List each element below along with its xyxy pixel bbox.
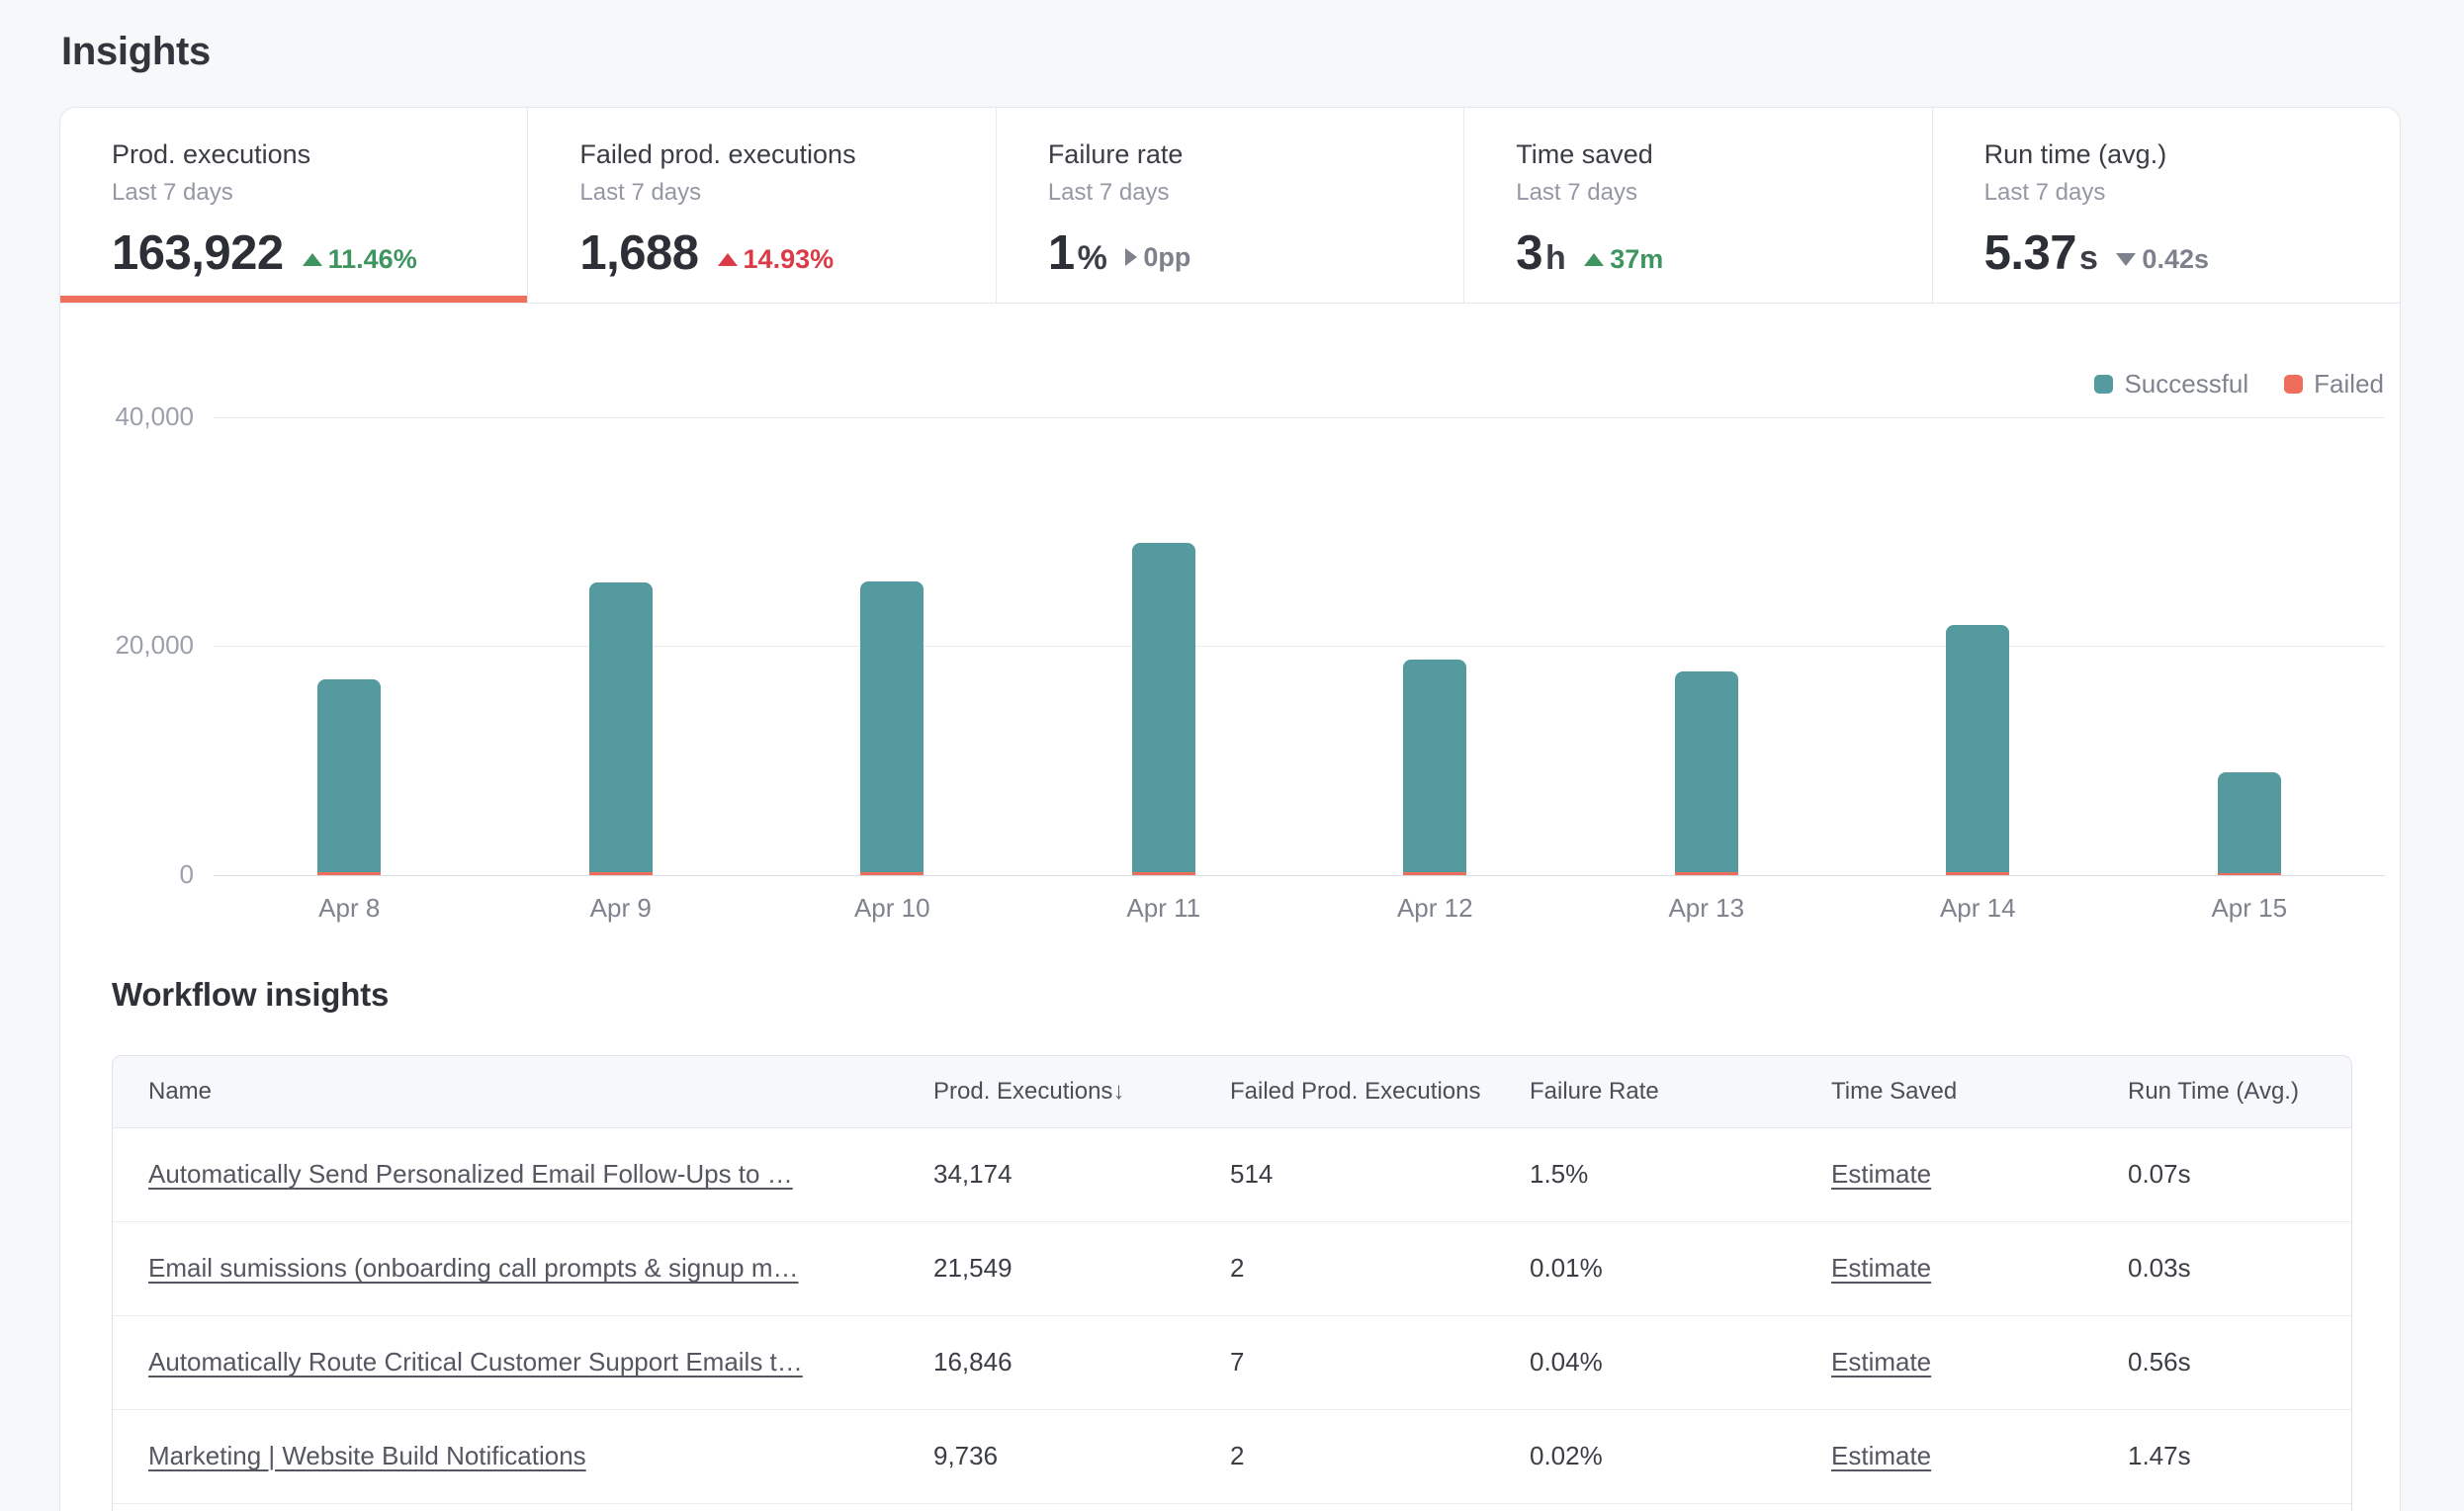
estimate-link[interactable]: Estimate <box>1831 1441 1931 1470</box>
run-time-cell: 0.03s <box>2128 1221 2352 1315</box>
prod-executions-cell: 21,549 <box>933 1221 1230 1315</box>
column-header-prod-executions[interactable]: Prod. Executions↓ <box>933 1056 1230 1127</box>
metric-tab-run-time-avg[interactable]: Run time (avg.) Last 7 days 5.37s 0.42s <box>1932 108 2400 303</box>
workflow-row: Marketing | Website Build Notifications 9… <box>113 1409 2352 1503</box>
metric-period: Last 7 days <box>579 179 965 207</box>
metric-delta: 37m <box>1584 244 1663 275</box>
failure-rate-cell: 0.04% <box>1530 1315 1831 1409</box>
x-axis-tick: Apr 13 <box>1628 893 1786 924</box>
trend-up-icon <box>303 253 322 266</box>
estimate-link[interactable]: Estimate <box>1831 1159 1931 1189</box>
failure-rate-cell: 0.01% <box>1530 1221 1831 1315</box>
estimate-link[interactable]: Estimate <box>1831 1253 1931 1283</box>
column-header-failure-rate[interactable]: Failure Rate <box>1530 1056 1831 1127</box>
failed-prod-executions-cell: 7 <box>1230 1315 1530 1409</box>
metric-tab-time-saved[interactable]: Time saved Last 7 days 3h 37m <box>1463 108 1931 303</box>
metric-summary-row: Prod. executions Last 7 days 163,922 11.… <box>60 108 2400 304</box>
metric-value: 5.37s <box>1984 225 2098 281</box>
trend-flat-icon <box>1125 248 1137 266</box>
metric-label: Failed prod. executions <box>579 139 965 170</box>
workflow-name-link[interactable]: Automatically Route Critical Customer Su… <box>148 1347 916 1378</box>
executions-bar-chart: Successful Failed 40,000 20,000 0 Apr 8A… <box>60 327 2400 1010</box>
workflow-insights-heading: Workflow insights <box>112 976 389 1014</box>
x-axis-tick: Apr 14 <box>1898 893 2057 924</box>
workflow-name-link[interactable]: Automatically Send Personalized Email Fo… <box>148 1159 916 1190</box>
metric-value: 3h <box>1516 225 1565 281</box>
column-header-time-saved[interactable]: Time Saved <box>1831 1056 2128 1127</box>
failure-rate-cell: 1.5% <box>1530 1127 1831 1221</box>
x-axis-tick: Apr 10 <box>813 893 971 924</box>
workflow-insights-table: Name Prod. Executions↓ Failed Prod. Exec… <box>112 1055 2352 1511</box>
workflow-row: Automatically Route Critical Customer Su… <box>113 1315 2352 1409</box>
chart-x-labels: Apr 8 Apr 9 Apr 10 Apr 11 Apr 12 Apr 13 Apr 14… <box>214 327 2385 1010</box>
workflow-row: Automatically Send Personalized Email Fo… <box>113 1127 2352 1221</box>
metric-period: Last 7 days <box>112 179 497 207</box>
metric-delta: 14.93% <box>718 244 835 275</box>
workflow-name-link[interactable]: Email sumissions (onboarding call prompt… <box>148 1253 916 1284</box>
metric-tab-failed-prod-executions[interactable]: Failed prod. executions Last 7 days 1,68… <box>527 108 995 303</box>
trend-down-icon <box>2116 253 2136 266</box>
estimate-link[interactable]: Estimate <box>1831 1347 1931 1377</box>
column-header-name[interactable]: Name <box>113 1056 933 1127</box>
metric-tab-prod-executions[interactable]: Prod. executions Last 7 days 163,922 11.… <box>60 108 527 303</box>
page-title: Insights <box>61 30 211 74</box>
metric-label: Failure rate <box>1048 139 1434 170</box>
workflow-row: Email sumissions (onboarding call prompt… <box>113 1221 2352 1315</box>
metric-period: Last 7 days <box>1048 179 1434 207</box>
workflow-name-link[interactable]: Marketing | Website Build Notifications <box>148 1441 916 1471</box>
x-axis-tick: Apr 9 <box>542 893 700 924</box>
run-time-cell: 0.56s <box>2128 1315 2352 1409</box>
column-header-run-time-avg[interactable]: Run Time (Avg.) <box>2128 1056 2352 1127</box>
metric-period: Last 7 days <box>1984 179 2370 207</box>
x-axis-tick: Apr 15 <box>2170 893 2329 924</box>
metric-period: Last 7 days <box>1516 179 1901 207</box>
x-axis-tick: Apr 11 <box>1085 893 1243 924</box>
active-tab-indicator <box>60 296 527 303</box>
y-axis-tick: 40,000 <box>60 401 194 432</box>
table-header-row: Name Prod. Executions↓ Failed Prod. Exec… <box>113 1056 2352 1127</box>
run-time-cell: 0.07s <box>2128 1127 2352 1221</box>
trend-up-icon <box>1584 253 1604 266</box>
metric-label: Time saved <box>1516 139 1901 170</box>
metric-delta: 11.46% <box>303 244 417 275</box>
failed-prod-executions-cell: 2 <box>1230 1221 1530 1315</box>
metric-value: 1,688 <box>579 225 698 281</box>
metric-delta: 0pp <box>1125 242 1190 273</box>
metric-value: 1% <box>1048 225 1107 281</box>
y-axis-tick: 20,000 <box>60 630 194 661</box>
prod-executions-cell: 34,174 <box>933 1127 1230 1221</box>
prod-executions-cell: 16,846 <box>933 1315 1230 1409</box>
sort-descending-icon: ↓ <box>1112 1078 1124 1105</box>
metric-value: 163,922 <box>112 225 284 281</box>
y-axis-tick: 0 <box>60 859 194 890</box>
metric-label: Prod. executions <box>112 139 497 170</box>
failed-prod-executions-cell: 2 <box>1230 1409 1530 1503</box>
prod-executions-cell: 9,736 <box>933 1409 1230 1503</box>
metric-tab-failure-rate[interactable]: Failure rate Last 7 days 1% 0pp <box>996 108 1463 303</box>
x-axis-tick: Apr 8 <box>270 893 428 924</box>
trend-up-icon <box>718 253 738 266</box>
column-header-failed-prod-executions[interactable]: Failed Prod. Executions <box>1230 1056 1530 1127</box>
metric-delta: 0.42s <box>2116 244 2209 275</box>
insights-page: Insights Prod. executions Last 7 days 16… <box>0 0 2464 1511</box>
metric-label: Run time (avg.) <box>1984 139 2370 170</box>
failed-prod-executions-cell: 514 <box>1230 1127 1530 1221</box>
run-time-cell: 1.47s <box>2128 1409 2352 1503</box>
failure-rate-cell: 0.02% <box>1530 1409 1831 1503</box>
insights-panel: Prod. executions Last 7 days 163,922 11.… <box>59 107 2401 1511</box>
x-axis-tick: Apr 12 <box>1356 893 1514 924</box>
